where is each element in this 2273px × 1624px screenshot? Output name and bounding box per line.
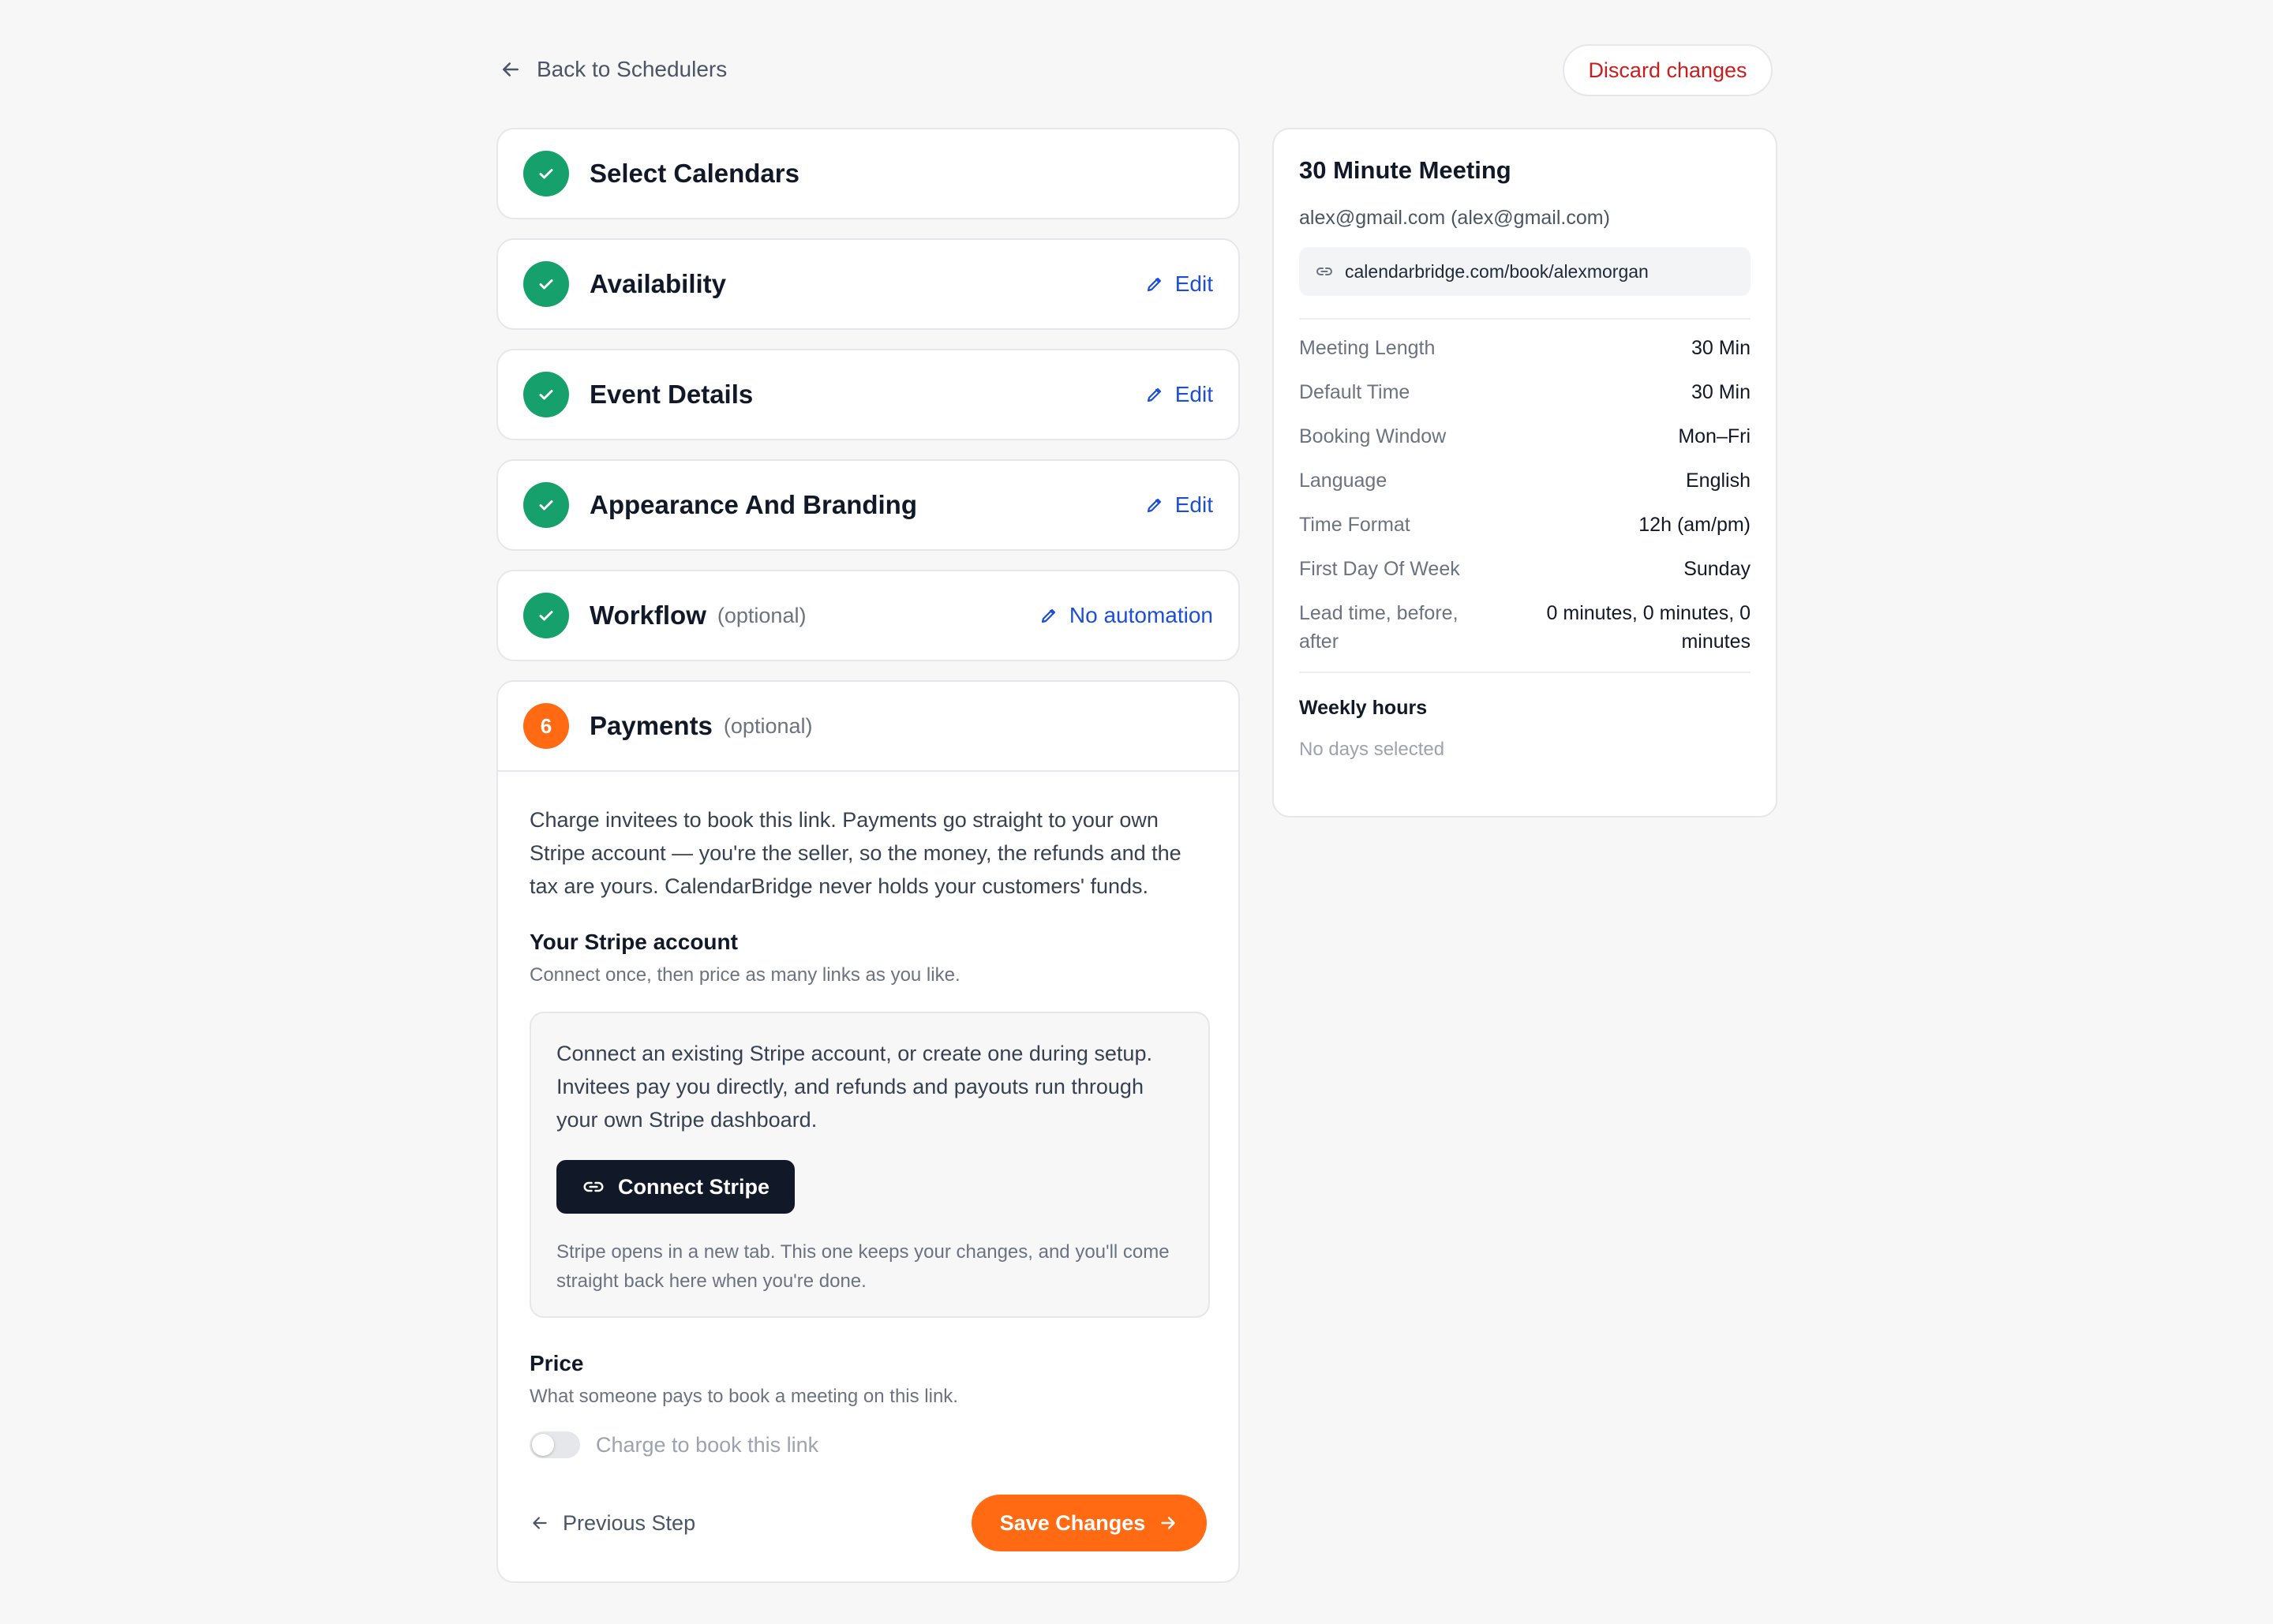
step-appearance-branding[interactable]: Appearance And Branding Edit: [496, 459, 1240, 551]
step-event-details[interactable]: Event Details Edit: [496, 349, 1240, 440]
step-select-calendars[interactable]: Select Calendars: [496, 128, 1240, 219]
connect-stripe-button[interactable]: Connect Stripe: [556, 1160, 795, 1214]
save-changes-label: Save Changes: [999, 1510, 1146, 1535]
edit-availability-button[interactable]: Edit: [1145, 271, 1213, 297]
payments-footer: Previous Step Save Changes: [530, 1495, 1207, 1551]
step-title: Workflow: [590, 601, 706, 630]
summary-email: alex@gmail.com (alex@gmail.com): [1299, 207, 1610, 229]
divider: [1299, 318, 1751, 320]
step-workflow[interactable]: Workflow (optional) No automation: [496, 570, 1240, 661]
stripe-connect-box: Connect an existing Stripe account, or c…: [530, 1012, 1210, 1318]
step-title: Availability: [590, 269, 727, 298]
price-section-title: Price: [530, 1351, 584, 1375]
charge-toggle-label: Charge to book this link: [596, 1432, 819, 1457]
edit-label: Edit: [1174, 382, 1213, 406]
check-icon: [539, 169, 553, 179]
step-title: Event Details: [590, 380, 754, 409]
summary-value: 12h (am/pm): [1638, 514, 1751, 536]
pencil-icon: [1147, 387, 1161, 402]
summary-row: Lead time, before, after 0 minutes, 0 mi…: [1299, 599, 1751, 656]
step-complete-badge: [523, 151, 569, 196]
summary-row: Meeting Length 30 Min: [1299, 334, 1751, 362]
divider: [1299, 672, 1751, 673]
summary-value: Mon–Fri: [1678, 425, 1751, 447]
charge-toggle-row: Charge to book this link: [530, 1431, 1207, 1458]
weekly-hours-value: No days selected: [1299, 739, 1445, 760]
summary-value: 30 Min: [1691, 381, 1751, 403]
previous-step-label: Previous Step: [563, 1510, 696, 1535]
summary-value: English: [1686, 470, 1751, 492]
summary-key: Time Format: [1299, 514, 1410, 536]
steps-column: Select Calendars Availability Edit Event…: [496, 128, 1240, 1583]
previous-step-button[interactable]: Previous Step: [530, 1511, 695, 1536]
scheduler-summary-card: 30 Minute Meeting alex@gmail.com (alex@g…: [1272, 128, 1777, 818]
arrow-left-icon: [503, 62, 519, 77]
payments-body: Charge invitees to book this link. Payme…: [498, 772, 1238, 1458]
arrow-left-icon: [533, 1517, 547, 1529]
edit-label: Edit: [1174, 271, 1213, 296]
summary-details: Meeting Length 30 Min Default Time 30 Mi…: [1299, 334, 1751, 656]
step-payments: 6 Payments (optional) Charge invitees to…: [496, 680, 1240, 1583]
step-title: Appearance And Branding: [590, 490, 917, 519]
price-section-subtitle: What someone pays to book a meeting on t…: [530, 1386, 958, 1407]
discard-changes-button[interactable]: Discard changes: [1563, 44, 1773, 96]
summary-key: First Day Of Week: [1299, 558, 1460, 580]
summary-row: Booking Window Mon–Fri: [1299, 422, 1751, 451]
weekly-hours-title: Weekly hours: [1299, 697, 1428, 719]
check-icon: [539, 390, 553, 400]
summary-key: Meeting Length: [1299, 337, 1436, 359]
back-to-schedulers-link[interactable]: Back to Schedulers: [499, 52, 727, 87]
summary-row: Default Time 30 Min: [1299, 378, 1751, 406]
step-availability[interactable]: Availability Edit: [496, 238, 1240, 330]
optional-tag: (optional): [723, 713, 813, 738]
check-icon: [539, 611, 553, 621]
payments-header: 6 Payments (optional): [498, 682, 1238, 772]
stripe-section-subtitle: Connect once, then price as many links a…: [530, 964, 961, 986]
payments-intro: Charge invitees to book this link. Payme…: [530, 808, 1181, 898]
pencil-icon: [1147, 277, 1161, 292]
summary-key: Booking Window: [1299, 425, 1447, 447]
pencil-icon: [1147, 498, 1161, 513]
summary-row: Language English: [1299, 466, 1751, 495]
stripe-section-title: Your Stripe account: [530, 930, 738, 954]
back-link-label: Back to Schedulers: [537, 57, 728, 81]
step-complete-badge: [523, 372, 569, 417]
step-title: Select Calendars: [590, 159, 799, 188]
connect-stripe-label: Connect Stripe: [617, 1174, 770, 1199]
step-title: Payments: [590, 711, 713, 740]
step-complete-badge: [523, 593, 569, 638]
summary-value: Sunday: [1683, 558, 1751, 580]
booking-link[interactable]: calendarbridge.com/book/alexmorgan: [1299, 247, 1751, 296]
summary-row: First Day Of Week Sunday: [1299, 555, 1751, 583]
edit-label: Edit: [1174, 492, 1213, 517]
step-number-badge: 6: [523, 703, 569, 749]
optional-tag: (optional): [717, 603, 807, 627]
link-icon: [583, 1181, 604, 1192]
summary-value: 30 Min: [1691, 337, 1751, 359]
charge-toggle[interactable]: [530, 1431, 580, 1458]
pencil-icon: [1041, 608, 1055, 623]
summary-key: Lead time, before, after: [1299, 602, 1459, 653]
summary-title: 30 Minute Meeting: [1299, 156, 1511, 184]
booking-link-url: calendarbridge.com/book/alexmorgan: [1345, 260, 1649, 282]
stripe-note: Stripe opens in a new tab. This one keep…: [556, 1241, 1170, 1292]
link-icon: [1316, 268, 1332, 275]
arrow-right-icon: [1161, 1517, 1176, 1529]
check-icon: [539, 279, 553, 290]
scheduler-editor-page: Back to Schedulers Discard changes Selec…: [0, 0, 2273, 1624]
toggle-knob: [532, 1434, 554, 1456]
summary-row: Time Format 12h (am/pm): [1299, 511, 1751, 539]
summary-value: 0 minutes, 0 minutes, 0 minutes: [1546, 602, 1751, 653]
summary-key: Default Time: [1299, 381, 1410, 403]
workflow-status-label: No automation: [1069, 603, 1213, 627]
summary-key: Language: [1299, 470, 1387, 492]
step-complete-badge: [523, 482, 569, 528]
edit-event-details-button[interactable]: Edit: [1145, 382, 1213, 407]
edit-workflow-button[interactable]: No automation: [1039, 603, 1213, 628]
check-icon: [539, 500, 553, 511]
stripe-box-text: Connect an existing Stripe account, or c…: [556, 1042, 1152, 1132]
save-changes-button[interactable]: Save Changes: [972, 1495, 1207, 1551]
edit-appearance-button[interactable]: Edit: [1145, 492, 1213, 518]
step-complete-badge: [523, 261, 569, 307]
